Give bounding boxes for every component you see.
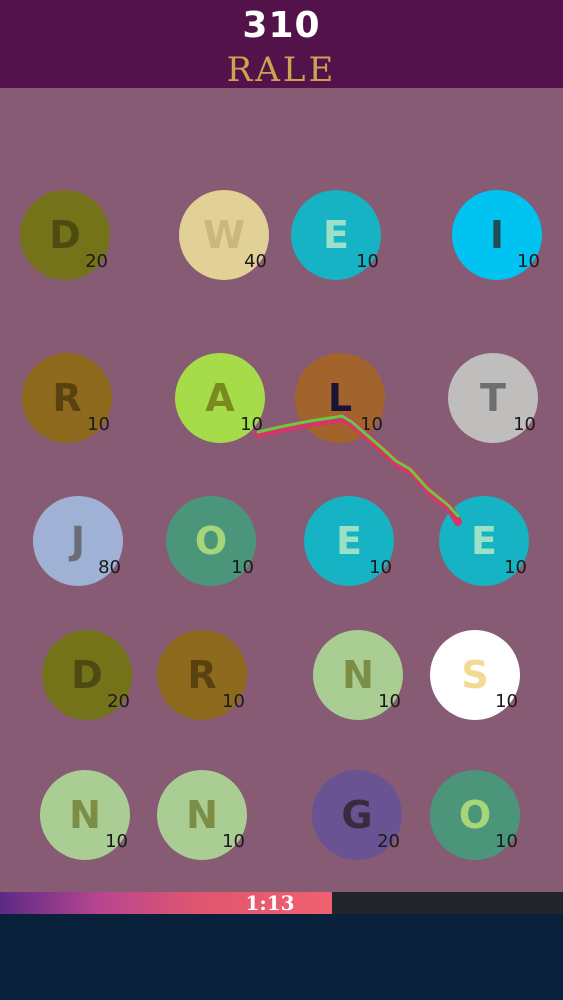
tile-points: 10 xyxy=(356,251,379,272)
tile-points: 10 xyxy=(87,414,110,435)
tile-points: 10 xyxy=(504,557,527,578)
tile-points: 20 xyxy=(377,831,400,852)
tile-points: 10 xyxy=(513,414,536,435)
tile-points: 10 xyxy=(222,831,245,852)
tile-points: 10 xyxy=(517,251,540,272)
letter-tile[interactable]: R 10 xyxy=(157,630,247,720)
tile-points: 40 xyxy=(244,251,267,272)
tile-points: 10 xyxy=(360,414,383,435)
tile-points: 20 xyxy=(107,691,130,712)
tile-points: 10 xyxy=(105,831,128,852)
letter-tile[interactable]: A 10 xyxy=(175,353,265,443)
letter-tile[interactable]: N 10 xyxy=(40,770,130,860)
tile-points: 20 xyxy=(85,251,108,272)
letter-tile[interactable]: O 10 xyxy=(166,496,256,586)
letter-tile[interactable]: N 10 xyxy=(157,770,247,860)
letter-tile[interactable]: E 10 xyxy=(304,496,394,586)
game-board[interactable]: D 20 W 40 E 10 I 10 R 10 A 10 L 10 T 10 J 80 O 10 … xyxy=(0,88,563,892)
letter-tile[interactable]: O 10 xyxy=(430,770,520,860)
tile-points: 10 xyxy=(495,831,518,852)
letter-tile[interactable]: E 10 xyxy=(439,496,529,586)
tile-points: 10 xyxy=(222,691,245,712)
letter-tile[interactable]: I 10 xyxy=(452,190,542,280)
tile-points: 10 xyxy=(369,557,392,578)
letter-tile[interactable]: J 80 xyxy=(33,496,123,586)
current-word-display: RALE xyxy=(226,50,337,90)
score-display: 310 xyxy=(242,5,321,46)
tile-points: 10 xyxy=(240,414,263,435)
header-bar: 310 RALE xyxy=(0,0,563,90)
letter-tile[interactable]: T 10 xyxy=(448,353,538,443)
tile-points: 10 xyxy=(495,691,518,712)
letter-tile[interactable]: D 20 xyxy=(42,630,132,720)
letter-tile[interactable]: N 10 xyxy=(313,630,403,720)
letter-tile[interactable]: E 10 xyxy=(291,190,381,280)
letter-tile[interactable]: R 10 xyxy=(22,353,112,443)
letter-tile[interactable]: L 10 xyxy=(295,353,385,443)
letter-tile[interactable]: D 20 xyxy=(20,190,110,280)
letter-tile[interactable]: G 20 xyxy=(312,770,402,860)
letter-tile[interactable]: S 10 xyxy=(430,630,520,720)
timer-text: 1:13 xyxy=(245,891,295,915)
letter-tile[interactable]: W 40 xyxy=(179,190,269,280)
timer-bar: 1:13 xyxy=(0,891,563,915)
tile-points: 10 xyxy=(378,691,401,712)
tile-points: 10 xyxy=(231,557,254,578)
tile-points: 80 xyxy=(98,557,121,578)
